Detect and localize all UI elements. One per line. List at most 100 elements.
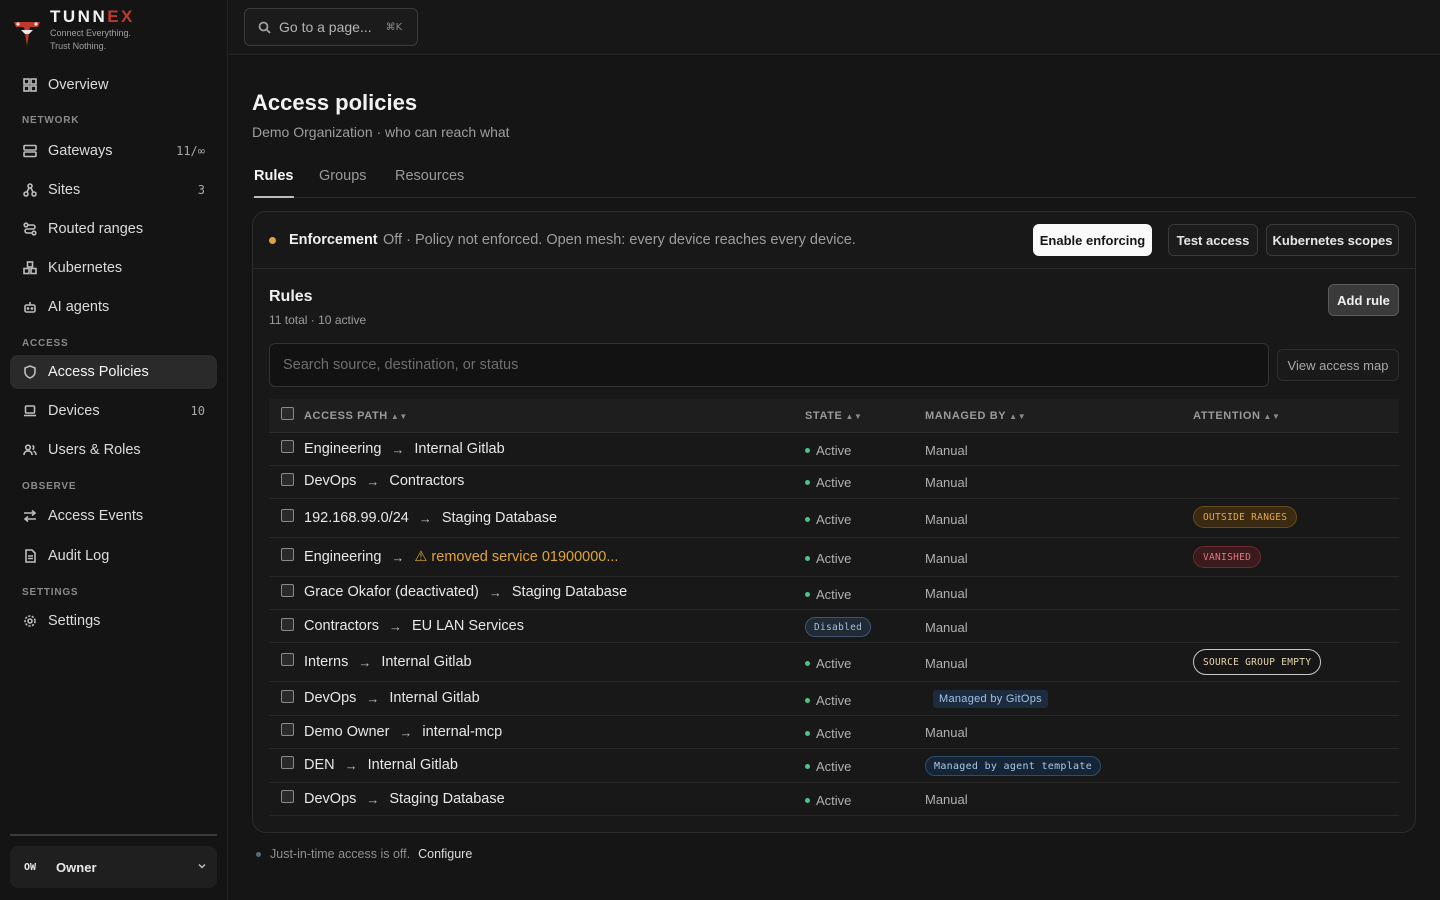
- col-managed-by[interactable]: MANAGED BY ▲▼: [925, 410, 1026, 422]
- sidebar-item-audit-log[interactable]: Audit Log: [10, 539, 217, 573]
- row-checkbox[interactable]: [281, 723, 294, 736]
- state: Active: [805, 443, 851, 458]
- row-checkbox[interactable]: [281, 440, 294, 453]
- view-access-map-button[interactable]: View access map: [1277, 349, 1399, 381]
- sidebar-item-routed-ranges[interactable]: Routed ranges: [10, 212, 217, 246]
- sidebar-item-settings[interactable]: Settings: [10, 604, 217, 638]
- sidebar-item-users-roles[interactable]: Users & Roles: [10, 433, 217, 467]
- table-row[interactable]: Demo Owner → internal-mcp Active Manual: [269, 716, 1399, 749]
- col-access-path[interactable]: ACCESS PATH ▲▼: [304, 410, 408, 422]
- users-icon: [22, 442, 38, 458]
- arrow-right-icon: →: [418, 510, 432, 526]
- table-row[interactable]: Grace Okafor (deactivated) → Staging Datab…: [269, 577, 1399, 610]
- row-checkbox[interactable]: [281, 509, 294, 522]
- access-path: DevOps → Contractors: [304, 473, 464, 489]
- avatar: OW: [24, 861, 37, 873]
- attention-badge-outside-ranges[interactable]: OUTSIDE RANGES: [1193, 506, 1298, 528]
- table-row[interactable]: Engineering → ⚠ removed service 01900000..…: [269, 538, 1399, 577]
- table-row[interactable]: Engineering → Internal Gitlab Active Manua…: [269, 433, 1399, 466]
- test-access-button[interactable]: Test access: [1168, 224, 1258, 256]
- row-checkbox[interactable]: [281, 584, 294, 597]
- brand-logo[interactable]: TUNNEX Connect Everything. Trust Nothing…: [12, 8, 135, 53]
- sidebar-item-label: Audit Log: [48, 548, 110, 564]
- col-state[interactable]: STATE ▲▼: [805, 410, 862, 422]
- source: Engineering: [304, 441, 382, 457]
- table-row[interactable]: DEN → Internal Gitlab Active Managed by ag…: [269, 749, 1399, 783]
- enable-enforcing-button[interactable]: Enable enforcing: [1033, 224, 1152, 256]
- row-checkbox[interactable]: [281, 690, 294, 703]
- table-header: ACCESS PATH ▲▼ STATE ▲▼ MANAGED BY ▲▼ ATTEN…: [269, 399, 1399, 433]
- sort-icon: ▲▼: [1263, 412, 1281, 421]
- source: DevOps: [304, 690, 357, 706]
- sidebar-item-gateways[interactable]: Gateways 11/∞: [10, 134, 217, 168]
- laptop-icon: [22, 403, 38, 419]
- row-checkbox[interactable]: [281, 790, 294, 803]
- sidebar-item-ai-agents[interactable]: AI agents: [10, 290, 217, 324]
- sites-count: 3: [197, 183, 205, 197]
- sidebar-divider: [10, 834, 217, 836]
- access-path: Engineering → ⚠ removed service 01900000..…: [304, 549, 618, 565]
- goto-page-search[interactable]: Go to a page... ⌘K: [244, 8, 418, 46]
- active-dot: [805, 698, 810, 703]
- active-dot: [805, 731, 810, 736]
- main-content: Access policies Demo Organization · who …: [229, 56, 1440, 900]
- state: Active: [805, 587, 851, 602]
- access-path: Contractors → EU LAN Services: [304, 618, 524, 634]
- sidebar-item-access-policies[interactable]: Access Policies: [10, 355, 217, 389]
- row-checkbox[interactable]: [281, 548, 294, 561]
- access-path: Demo Owner → internal-mcp: [304, 724, 502, 740]
- sidebar-item-devices[interactable]: Devices 10: [10, 394, 217, 428]
- configure-link[interactable]: Configure: [418, 847, 472, 861]
- sidebar-item-label: AI agents: [48, 299, 110, 315]
- row-checkbox[interactable]: [281, 473, 294, 486]
- destination: Staging Database: [441, 510, 558, 526]
- info-dot: [256, 851, 261, 857]
- section-settings: SETTINGS: [22, 587, 79, 598]
- rules-title: Rules: [269, 288, 313, 305]
- server-icon: [22, 143, 38, 159]
- sidebar-item-access-events[interactable]: Access Events: [10, 499, 217, 533]
- user-menu[interactable]: OW Owner: [10, 846, 217, 888]
- kubernetes-scopes-button[interactable]: Kubernetes scopes: [1266, 224, 1399, 256]
- tab-rules[interactable]: Rules: [254, 168, 294, 198]
- enforcement-bar: Enforcement Off · Policy not enforced. O…: [253, 212, 1415, 269]
- active-dot: [805, 661, 810, 666]
- row-checkbox[interactable]: [281, 756, 294, 769]
- enforcement-status-dot: [269, 237, 276, 244]
- row-checkbox[interactable]: [281, 618, 294, 631]
- source: Interns: [304, 654, 349, 670]
- add-rule-button[interactable]: Add rule: [1328, 284, 1399, 316]
- brand-tagline-1: Connect Everything.: [50, 28, 132, 38]
- sidebar-item-label: Kubernetes: [48, 260, 123, 276]
- topbar: Go to a page... ⌘K: [229, 0, 1440, 55]
- user-name: Owner: [56, 859, 97, 875]
- rules-summary: 11 total · 10 active: [269, 313, 367, 327]
- sidebar-item-label: Overview: [48, 77, 109, 93]
- attention-badge-vanished[interactable]: VANISHED: [1193, 546, 1262, 568]
- sidebar-item-label: Routed ranges: [48, 221, 144, 237]
- sidebar-item-label: Gateways: [48, 143, 113, 159]
- table-row[interactable]: Contractors → EU LAN Services Disabled Man…: [269, 610, 1399, 643]
- cubes-icon: [22, 260, 38, 276]
- tab-resources[interactable]: Resources: [395, 168, 464, 198]
- jit-text: Just-in-time access is off.: [270, 847, 411, 861]
- arrow-right-icon: →: [391, 549, 405, 565]
- table-row[interactable]: 192.168.99.0/24 → Staging Database Active …: [269, 499, 1399, 538]
- col-attention[interactable]: ATTENTION ▲▼: [1193, 410, 1281, 422]
- sidebar-item-kubernetes[interactable]: Kubernetes: [10, 251, 217, 285]
- table-row[interactable]: DevOps → Staging Database Active Manual: [269, 783, 1399, 816]
- managed-by: Manual: [925, 792, 968, 807]
- active-dot: [805, 517, 810, 522]
- table-row[interactable]: DevOps → Internal Gitlab Active Managed by…: [269, 682, 1399, 716]
- table-row[interactable]: DevOps → Contractors Active Manual: [269, 466, 1399, 499]
- rules-search-input[interactable]: [269, 343, 1269, 387]
- select-all-checkbox[interactable]: [281, 407, 294, 420]
- state: Active: [805, 759, 851, 774]
- attention-badge-source-group-empty[interactable]: SOURCE GROUP EMPTY: [1193, 649, 1322, 675]
- tab-groups[interactable]: Groups: [319, 168, 367, 198]
- table-row[interactable]: Interns → Internal Gitlab Active Manual SO…: [269, 643, 1399, 682]
- sidebar-item-overview[interactable]: Overview: [10, 68, 217, 102]
- managed-by-agent-template-badge: Managed by agent template: [925, 756, 1102, 776]
- sidebar-item-sites[interactable]: Sites 3: [10, 173, 217, 207]
- row-checkbox[interactable]: [281, 653, 294, 666]
